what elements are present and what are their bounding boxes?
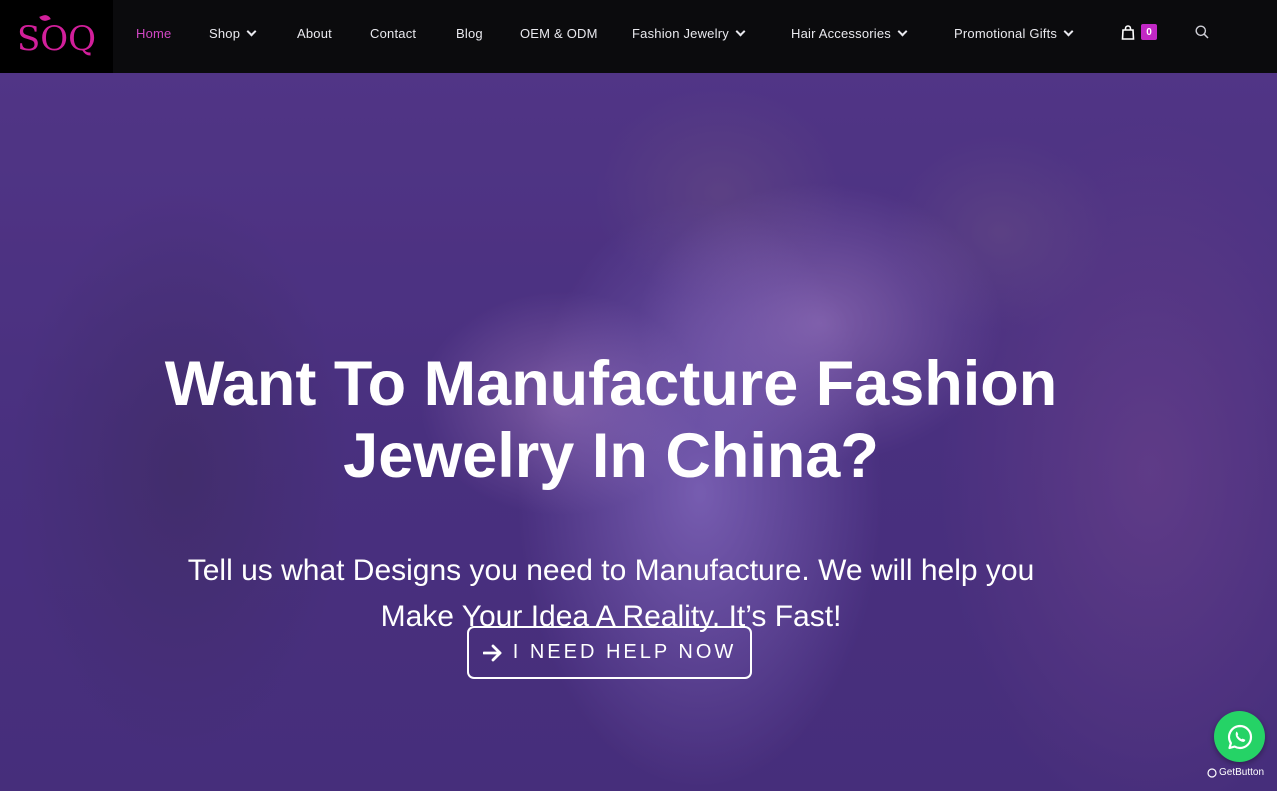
logo[interactable]: SOQ xyxy=(0,0,113,73)
arrow-right-icon xyxy=(482,644,502,661)
help-now-button[interactable]: I NEED HELP NOW xyxy=(467,626,752,679)
nav-oem-odm[interactable]: OEM & ODM xyxy=(520,26,598,41)
hero-title-line1: Want To Manufacture Fashion xyxy=(164,349,1058,419)
logo-text: SOQ xyxy=(16,18,97,59)
nav-home[interactable]: Home xyxy=(136,26,171,41)
chevron-down-icon xyxy=(1063,26,1074,37)
hero-content: Want To Manufacture Fashion Jewelry In C… xyxy=(0,73,1277,791)
getbutton-credit[interactable]: GetButton xyxy=(1207,767,1264,778)
chevron-down-icon xyxy=(246,26,257,37)
nav-promotional-gifts[interactable]: Promotional Gifts xyxy=(954,26,1074,41)
nav-fashion-jewelry[interactable]: Fashion Jewelry xyxy=(632,26,746,41)
nav-blog[interactable]: Blog xyxy=(456,26,483,41)
help-now-label: I NEED HELP NOW xyxy=(512,641,737,663)
hero-subtitle-line1: Tell us what Designs you need to Manufac… xyxy=(187,554,1035,587)
hero-title: Want To Manufacture Fashion Jewelry In C… xyxy=(0,348,1222,492)
whatsapp-icon xyxy=(1227,724,1252,749)
cart-button[interactable]: 0 xyxy=(1121,24,1157,40)
search-button[interactable] xyxy=(1195,25,1209,44)
chevron-down-icon xyxy=(897,26,908,37)
nav-label: Contact xyxy=(370,26,417,41)
shopping-bag-icon xyxy=(1121,24,1135,40)
search-icon xyxy=(1195,25,1209,39)
getbutton-credit-label: GetButton xyxy=(1219,767,1265,778)
nav-label: Home xyxy=(136,26,172,41)
nav-label: Blog xyxy=(456,26,483,41)
nav-label: Fashion Jewelry xyxy=(632,26,729,41)
nav-shop[interactable]: Shop xyxy=(209,26,257,41)
site-header: SOQ Home Shop About Contact Blog OEM & O… xyxy=(0,0,1277,73)
nav-hair-accessories[interactable]: Hair Accessories xyxy=(791,26,908,41)
hero-section: Want To Manufacture Fashion Jewelry In C… xyxy=(0,73,1277,791)
cart-count-badge: 0 xyxy=(1141,24,1157,40)
nav-label: Promotional Gifts xyxy=(954,26,1058,41)
nav-label: Shop xyxy=(209,26,241,41)
nav-about[interactable]: About xyxy=(297,26,332,41)
nav-label: Hair Accessories xyxy=(791,26,892,41)
hero-title-line2: Jewelry In China? xyxy=(343,421,879,491)
whatsapp-button[interactable] xyxy=(1214,711,1265,762)
nav-label: About xyxy=(297,26,332,41)
nav-label: OEM & ODM xyxy=(520,26,598,41)
nav-contact[interactable]: Contact xyxy=(370,26,416,41)
chevron-down-icon xyxy=(735,26,746,37)
whatsapp-mini-icon xyxy=(1207,767,1217,778)
